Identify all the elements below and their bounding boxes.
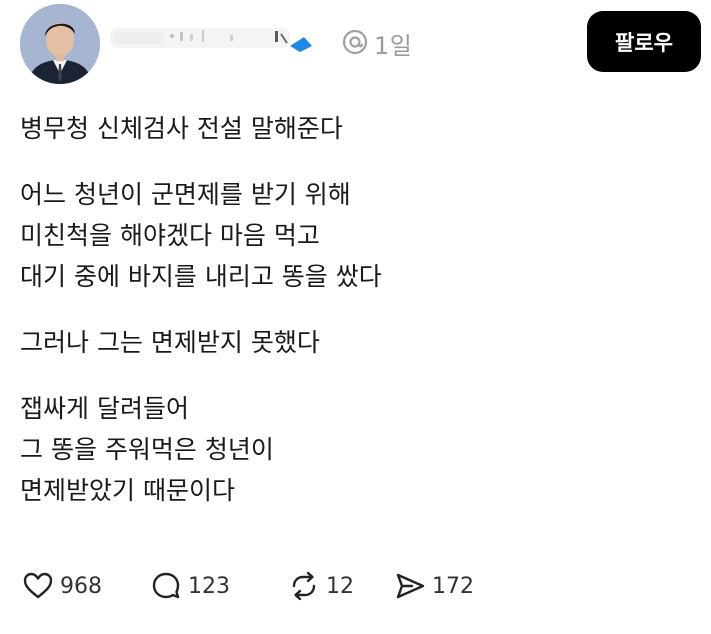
post-paragraph: 잽싸게 달려들어그 똥을 주워먹은 청년이면제받았기 때문이다 (20, 388, 680, 511)
post-text-line: 어느 청년이 군면제를 받기 위해 (20, 180, 351, 209)
profile-photo (20, 4, 100, 84)
post-paragraph: 그러나 그는 면제받지 못했다 (20, 322, 680, 363)
avatar[interactable] (20, 4, 100, 84)
post-text-line: 그 똥을 주워먹은 청년이 (20, 435, 274, 464)
repost-icon (288, 570, 320, 602)
like-button[interactable]: 968 (22, 570, 150, 602)
post-text-line: 잽싸게 달려들어 (20, 394, 189, 423)
share-button[interactable]: 172 (394, 570, 474, 602)
post-time: 1일 (374, 32, 413, 60)
post-text-line: 면제받았기 때문이다 (20, 476, 235, 505)
comment-icon (150, 570, 182, 602)
post-text-line: 그러나 그는 면제받지 못했다 (20, 328, 320, 357)
follow-button[interactable]: 팔로우 (587, 11, 701, 72)
like-count: 968 (60, 573, 102, 599)
post-body: 병무청 신체검사 전설 말해준다어느 청년이 군면제를 받기 위해미친척을 해야… (20, 108, 680, 536)
post-paragraph: 어느 청년이 군면제를 받기 위해미친척을 해야겠다 마음 먹고대기 중에 바지… (20, 174, 680, 297)
action-bar: 968 123 12 172 (22, 566, 474, 606)
reply-button[interactable]: 123 (150, 570, 288, 602)
heart-icon (22, 570, 54, 602)
post-meta: 1일 (342, 26, 412, 61)
post-text-line: 병무청 신체검사 전설 말해준다 (20, 114, 343, 143)
reply-count: 123 (188, 573, 230, 599)
threads-icon (342, 29, 368, 59)
share-count: 172 (432, 573, 474, 599)
repost-count: 12 (326, 573, 354, 599)
username-censored (110, 22, 330, 52)
post-text-line: 미친척을 해야겠다 마음 먹고 (20, 221, 320, 250)
send-icon (394, 570, 426, 602)
post-text-line: 대기 중에 바지를 내리고 똥을 쌌다 (20, 262, 382, 291)
repost-button[interactable]: 12 (288, 570, 394, 602)
post-paragraph: 병무청 신체검사 전설 말해준다 (20, 108, 680, 149)
